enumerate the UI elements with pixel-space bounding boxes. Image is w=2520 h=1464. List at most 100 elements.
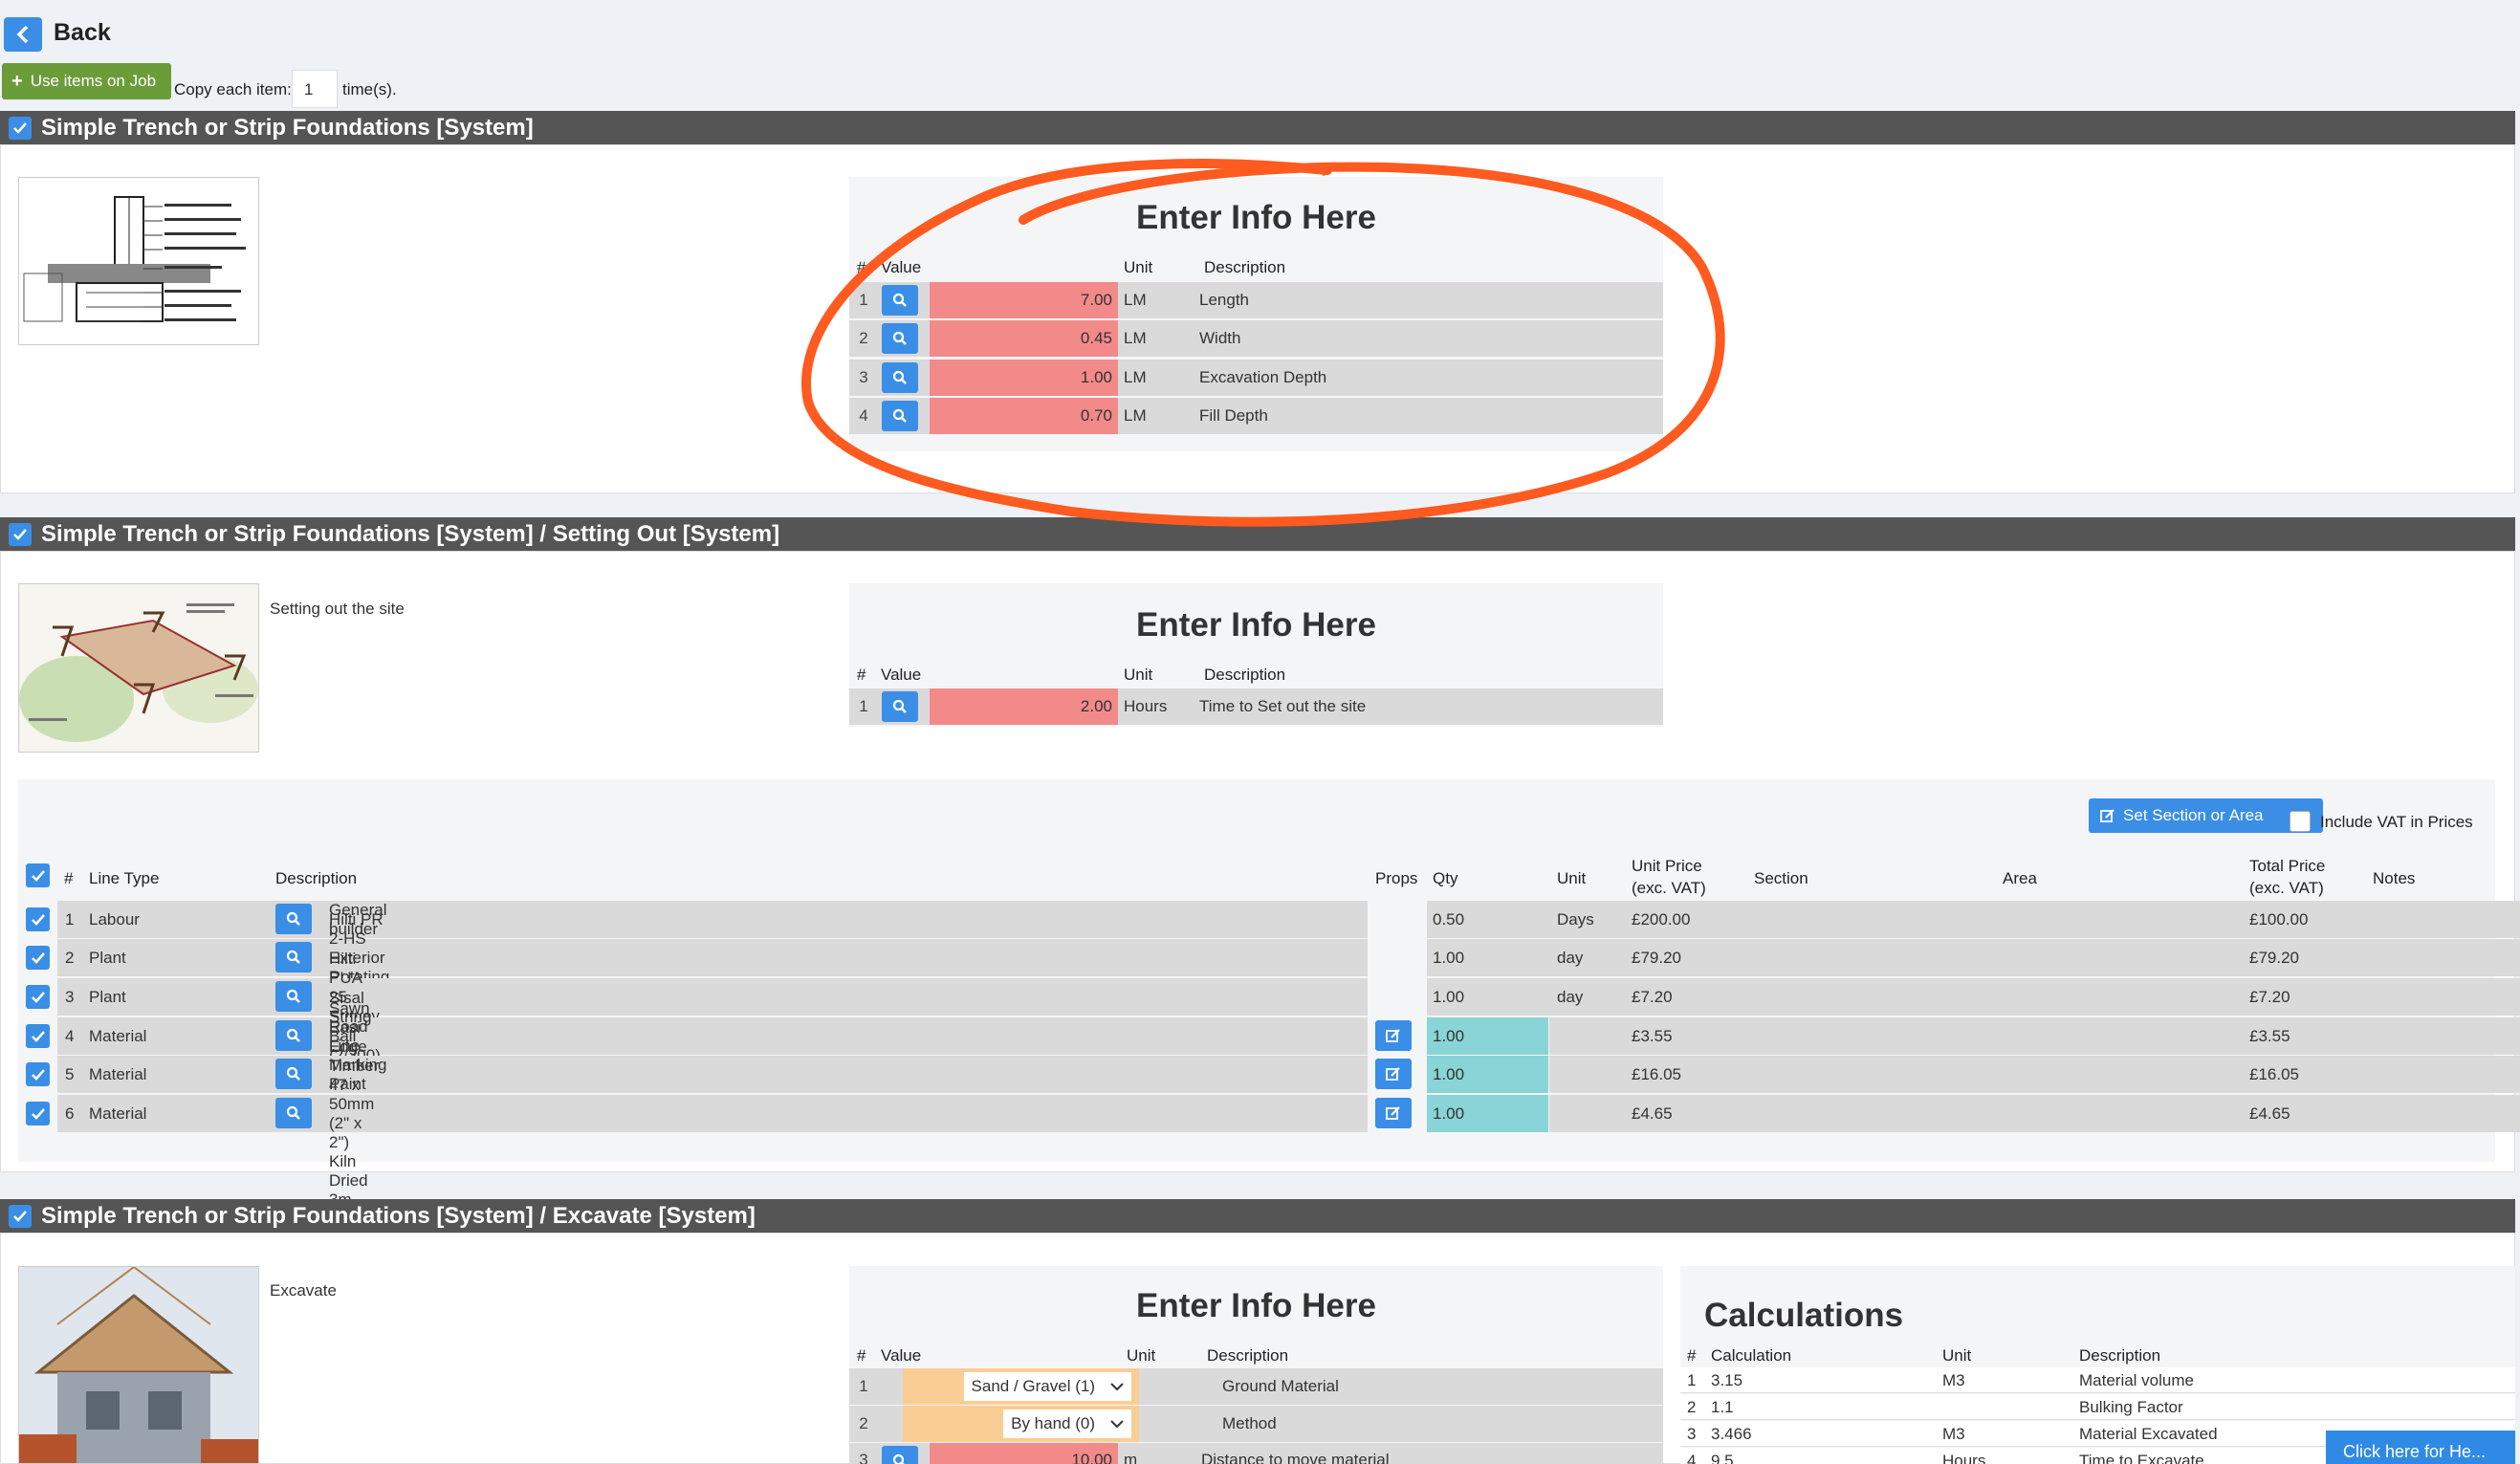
include-vat-label: Include VAT in Prices	[2320, 813, 2473, 831]
unit-price: £16.05	[1632, 1064, 1681, 1083]
times-label: time(s).	[342, 80, 397, 98]
line-type: Labour	[89, 909, 140, 929]
col-header-description: Description	[1207, 1346, 1289, 1365]
section-header[interactable]: Simple Trench or Strip Foundations [Syst…	[0, 111, 2515, 144]
search-icon	[286, 1028, 300, 1042]
copy-count-input[interactable]: 1	[292, 70, 338, 108]
check-icon	[13, 121, 27, 134]
lookup-button[interactable]	[275, 1020, 312, 1051]
calc-unit: M3	[1942, 1371, 1965, 1389]
row-checkbox[interactable]	[26, 907, 50, 931]
check-icon	[13, 1210, 27, 1222]
calc-num: 1	[1687, 1371, 1697, 1389]
check-icon	[31, 991, 45, 1003]
value-input[interactable]: 2.00	[930, 688, 1118, 725]
calc-value: 3.466	[1711, 1425, 1752, 1443]
unit-price: £7.20	[1632, 987, 1673, 1006]
lookup-button[interactable]	[882, 1446, 918, 1464]
section-title: Simple Trench or Strip Foundations [Syst…	[41, 1202, 756, 1229]
description-text: Distance to move material	[1201, 1451, 1390, 1464]
edit-props-button[interactable]	[1375, 1020, 1412, 1051]
col-header-value: Value	[881, 1346, 922, 1365]
line-type: Plant	[89, 948, 126, 967]
calc-description: Material Excavated	[2079, 1425, 2218, 1443]
col-header-num: #	[64, 869, 74, 887]
check-icon	[13, 528, 27, 540]
check-icon	[31, 1107, 45, 1120]
edit-icon	[1386, 1067, 1400, 1081]
method-select[interactable]: By hand (0)	[1003, 1409, 1131, 1438]
qty-input[interactable]: 1.00	[1433, 1027, 1464, 1046]
calc-unit: Hours	[1942, 1452, 1986, 1464]
row-checkbox[interactable]	[26, 1062, 50, 1086]
check-icon	[31, 869, 45, 882]
back-link[interactable]: Back	[54, 19, 111, 47]
check-icon	[31, 1030, 45, 1042]
select-value: By hand (0)	[1011, 1414, 1095, 1432]
calc-row: 1 3.15 M3 Material volume	[1680, 1367, 2515, 1393]
search-icon	[892, 1453, 905, 1464]
calc-num: 4	[1687, 1452, 1697, 1464]
col-header-description: Description	[275, 869, 358, 887]
include-vat-checkbox[interactable]	[2290, 811, 2311, 832]
section-checkbox[interactable]	[9, 116, 32, 140]
check-icon	[31, 951, 45, 964]
description-text: Method	[1222, 1414, 1277, 1432]
row-num: 6	[65, 1103, 75, 1123]
set-section-button[interactable]: Set Section or Area	[2089, 798, 2323, 833]
qty-input[interactable]: 1.00	[1433, 1104, 1464, 1124]
lookup-button[interactable]	[275, 942, 312, 972]
unit-price: £79.20	[1632, 948, 1681, 967]
edit-props-button[interactable]	[1375, 1098, 1412, 1128]
row-num: 3	[859, 1451, 868, 1464]
lookup-button[interactable]	[275, 904, 312, 934]
select-all-checkbox[interactable]	[26, 863, 50, 887]
lookup-button[interactable]	[882, 691, 918, 722]
lookup-button[interactable]	[275, 981, 312, 1012]
calc-description: Material volume	[2079, 1371, 2194, 1389]
col-header-section: Section	[1754, 869, 1808, 887]
calc-header-unit: Unit	[1942, 1346, 1972, 1365]
unit-value: Days	[1557, 909, 1594, 929]
section-checkbox[interactable]	[9, 522, 32, 546]
col-header-unit-price-vat: (exc. VAT)	[1632, 879, 1706, 897]
qty-input[interactable]: 1.00	[1433, 1065, 1464, 1084]
lookup-button[interactable]	[275, 1059, 312, 1089]
info-title: Enter Info Here	[1136, 606, 1376, 644]
row-num: 2	[65, 948, 75, 967]
row-checkbox[interactable]	[26, 946, 50, 970]
copy-each-item-label: Copy each item:	[174, 80, 292, 98]
lookup-button[interactable]	[275, 1098, 312, 1128]
unit-value: day	[1557, 987, 1584, 1006]
back-button-icon[interactable]	[4, 17, 42, 52]
total-price: £16.05	[2249, 1064, 2299, 1083]
qty-value[interactable]: 1.00	[1433, 988, 1464, 1007]
section-checkbox[interactable]	[9, 1204, 32, 1228]
description-text: Time to Set out the site	[1199, 697, 1367, 715]
total-price: £3.55	[2249, 1026, 2290, 1045]
unit-value: day	[1557, 948, 1584, 967]
edit-props-button[interactable]	[1375, 1059, 1412, 1089]
search-icon	[286, 989, 300, 1003]
table-row: 4 Material Sisal String Ball (2/300) 75m…	[19, 989, 2520, 1083]
section-caption: Setting out the site	[270, 600, 405, 618]
ground-material-select[interactable]: Sand / Gravel (1)	[963, 1372, 1131, 1401]
search-icon	[286, 1105, 300, 1120]
qty-value[interactable]: 1.00	[1433, 949, 1464, 968]
row-checkbox[interactable]	[26, 1102, 50, 1125]
use-items-on-job-button[interactable]: + Use items on Job	[2, 63, 171, 99]
col-header-description: Description	[1204, 666, 1286, 684]
row-checkbox[interactable]	[26, 1024, 50, 1048]
section-header[interactable]: Simple Trench or Strip Foundations [Syst…	[0, 1199, 2515, 1233]
search-icon	[892, 699, 907, 713]
line-description: Sawn Easi Edge Timber 47 x 50mm (2" x 2"…	[329, 998, 380, 1228]
qty-value[interactable]: 0.50	[1433, 910, 1464, 929]
calc-header-description: Description	[2079, 1346, 2161, 1365]
calc-value: 3.15	[1711, 1371, 1743, 1389]
help-button[interactable]: Click here for He...	[2326, 1431, 2515, 1464]
value-input[interactable]: 10.00	[930, 1443, 1118, 1464]
calc-value: 1.1	[1711, 1398, 1734, 1416]
table-row: 6 Material Sawn Easi Edge Timber 47 x 50…	[19, 999, 2520, 1228]
row-checkbox[interactable]	[26, 985, 50, 1009]
search-icon	[286, 1066, 300, 1081]
